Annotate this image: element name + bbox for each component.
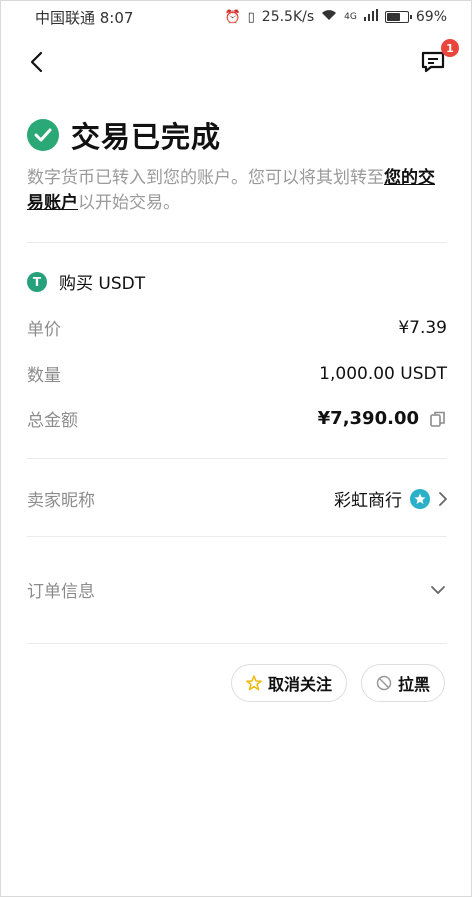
title-row: 交易已完成 [27,114,221,156]
divider [27,242,447,243]
order-info-label: 订单信息 [27,582,95,602]
net-speed: 25.5K/s [261,9,315,25]
price-label: 单价 [27,320,61,340]
vibrate-icon: ▯ [247,9,255,25]
seller-label: 卖家昵称 [27,491,95,511]
wifi-icon [321,9,337,25]
unfollow-label: 取消关注 [267,675,332,694]
asset-title: 购买 USDT [59,274,146,294]
price-value: ¥7.39 [398,317,447,338]
description-prefix: 数字货币已转入到您的账户。您可以将其划转至 [27,168,384,188]
price-row: 单价 ¥7.39 [27,315,447,341]
alarm-icon: ⏰ [224,9,241,25]
order-info-row[interactable]: 订单信息 [27,577,447,602]
description-suffix: 以开始交易。 [78,193,180,213]
unfollow-button[interactable]: 取消关注 [230,664,347,702]
divider [27,643,447,644]
nav-bar: 1 [1,39,472,85]
battery-percent: 69% [415,9,447,25]
quantity-value: 1,000.00 USDT [319,363,447,384]
block-icon [376,675,392,691]
chat-button[interactable]: 1 [419,39,459,79]
network-type: 4G [344,12,357,22]
total-row: 总金额 ¥7,390.00 [27,406,447,431]
block-label: 拉黑 [397,675,430,694]
status-left: 中国联通 8:07 [35,7,133,28]
divider [27,458,447,459]
unread-badge: 1 [441,39,459,57]
verified-icon [410,488,430,509]
screen: 中国联通 8:07 ⏰ ▯ 25.5K/s 4G 69% 1 交易已完成 数字货… [0,0,472,897]
total-value: ¥7,390.00 [317,408,419,429]
carrier-time: 中国联通 8:07 [35,8,134,27]
tether-icon: T [27,271,47,292]
star-icon [246,675,262,691]
chevron-left-icon [30,51,43,73]
description: 数字货币已转入到您的账户。您可以将其划转至您的交易账户以开始交易。 [27,166,447,216]
action-buttons: 取消关注 拉黑 [230,664,445,702]
quantity-row: 数量 1,000.00 USDT [27,361,447,387]
battery-fill [386,13,400,21]
page-title: 交易已完成 [71,120,222,154]
asset-row: T 购买 USDT [27,269,145,294]
chevron-right-icon [439,491,447,506]
chevron-down-icon [431,585,445,594]
total-wrap: ¥7,390.00 [318,408,447,429]
status-right: ⏰ ▯ 25.5K/s 4G 69% [224,9,447,25]
divider [27,536,447,537]
quantity-label: 数量 [27,366,61,386]
status-bar: 中国联通 8:07 ⏰ ▯ 25.5K/s 4G 69% [1,1,472,33]
seller-name: 彩虹商行 [334,491,402,511]
block-button[interactable]: 拉黑 [360,664,445,702]
signal-icon [363,9,378,25]
seller-wrap: 彩虹商行 [334,486,447,511]
back-button[interactable] [21,47,51,77]
check-circle-icon [27,119,59,151]
copy-icon[interactable] [429,410,447,428]
total-label: 总金额 [27,411,78,431]
seller-row[interactable]: 卖家昵称 彩虹商行 [27,486,447,511]
battery-icon [384,11,412,23]
